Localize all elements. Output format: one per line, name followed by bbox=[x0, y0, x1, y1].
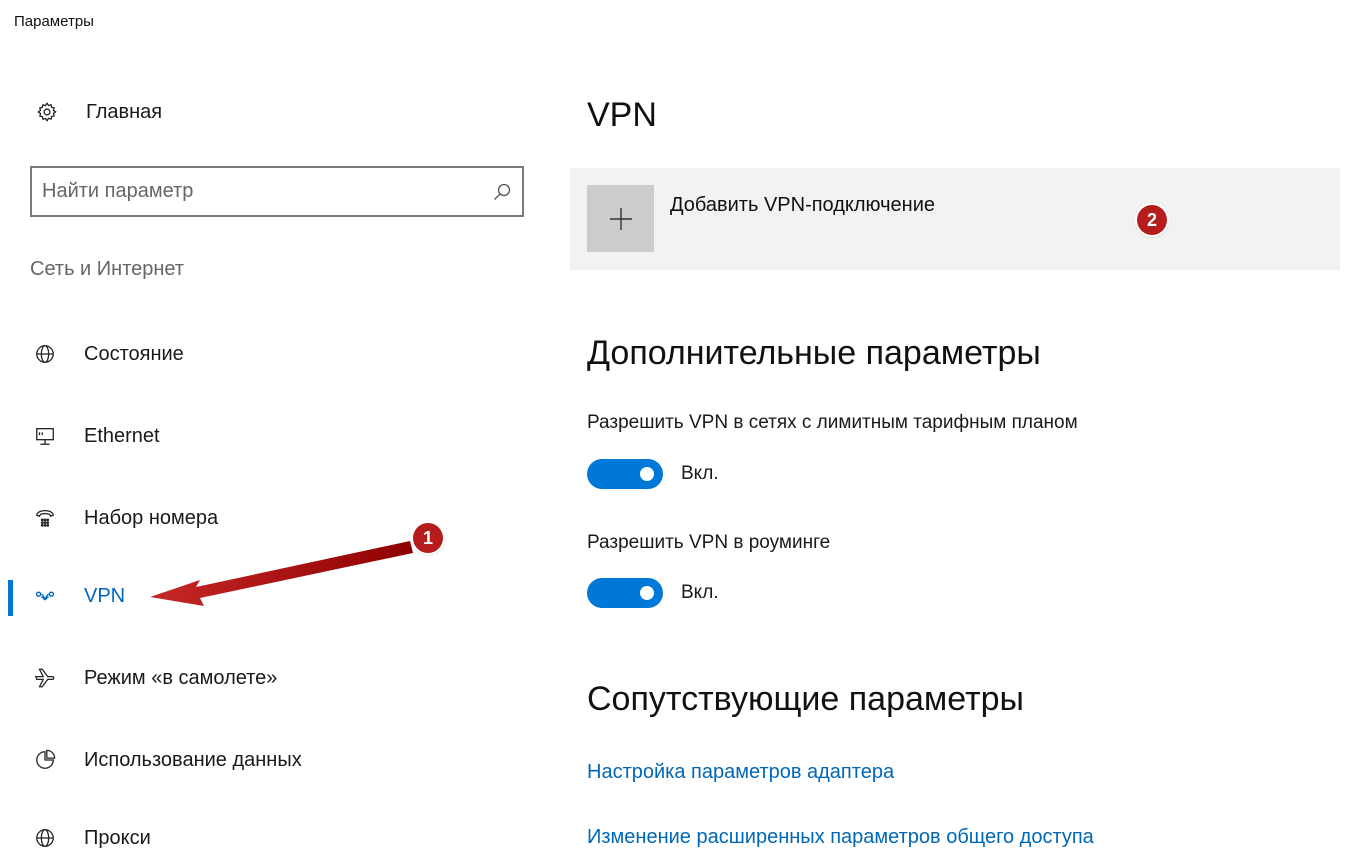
active-indicator bbox=[8, 580, 13, 616]
nav-home-label: Главная bbox=[86, 100, 163, 123]
sidebar-item-dialup[interactable]: Набор номера bbox=[0, 496, 540, 540]
metered-setting-label: Разрешить VPN в сетях с лимитным тарифны… bbox=[587, 412, 1078, 433]
add-vpn-label: Добавить VPN-подключение bbox=[670, 194, 935, 216]
dialup-icon bbox=[30, 503, 60, 533]
toggle-knob bbox=[640, 586, 654, 600]
sidebar-item-proxy[interactable]: Прокси bbox=[0, 816, 540, 853]
annotation-badge-1: 1 bbox=[413, 523, 443, 553]
sidebar-item-vpn[interactable]: VPN bbox=[0, 574, 540, 618]
search-icon[interactable] bbox=[482, 172, 522, 212]
related-heading: Сопутствующие параметры bbox=[587, 680, 1024, 718]
sidebar-item-airplane[interactable]: Режим «в самолете» bbox=[0, 656, 540, 700]
ethernet-icon bbox=[30, 421, 60, 451]
metered-toggle[interactable] bbox=[587, 459, 663, 489]
sharing-settings-link[interactable]: Изменение расширенных параметров общего … bbox=[587, 826, 1094, 849]
plus-icon bbox=[587, 185, 654, 252]
nav-home[interactable]: Главная bbox=[14, 96, 162, 128]
vpn-icon bbox=[30, 581, 60, 611]
sidebar-item-label: Состояние bbox=[84, 342, 184, 365]
metered-toggle-state: Вкл. bbox=[681, 463, 719, 484]
roaming-toggle-state: Вкл. bbox=[681, 582, 719, 603]
search-box[interactable] bbox=[30, 166, 524, 217]
sidebar-item-label: Ethernet bbox=[84, 424, 160, 447]
advanced-heading: Дополнительные параметры bbox=[587, 334, 1041, 372]
sidebar-item-label: Использование данных bbox=[84, 748, 302, 771]
annotation-badge-2: 2 bbox=[1137, 205, 1167, 235]
roaming-setting-label: Разрешить VPN в роуминге bbox=[587, 532, 831, 553]
sidebar-item-label: VPN bbox=[84, 584, 126, 607]
sidebar-item-data-usage[interactable]: Использование данных bbox=[0, 738, 540, 782]
sidebar-item-label: Набор номера bbox=[84, 506, 219, 529]
globe-status-icon bbox=[30, 339, 60, 369]
roaming-toggle-row: Вкл. bbox=[587, 578, 719, 608]
section-label: Сеть и Интернет bbox=[30, 258, 185, 280]
adapter-settings-link[interactable]: Настройка параметров адаптера bbox=[587, 761, 894, 784]
airplane-icon bbox=[30, 663, 60, 693]
add-vpn-button[interactable]: Добавить VPN-подключение bbox=[570, 168, 1340, 270]
gear-icon bbox=[32, 97, 62, 127]
metered-toggle-row: Вкл. bbox=[587, 459, 719, 489]
page-title: VPN bbox=[587, 96, 657, 134]
toggle-knob bbox=[640, 467, 654, 481]
globe-icon bbox=[30, 823, 60, 853]
roaming-toggle[interactable] bbox=[587, 578, 663, 608]
window-title: Параметры bbox=[14, 13, 94, 30]
sidebar-item-status[interactable]: Состояние bbox=[0, 332, 540, 376]
sidebar-item-ethernet[interactable]: Ethernet bbox=[0, 414, 540, 458]
sidebar-item-label: Режим «в самолете» bbox=[84, 666, 278, 689]
data-usage-icon bbox=[30, 745, 60, 775]
search-input[interactable] bbox=[32, 168, 482, 215]
sidebar-item-label: Прокси bbox=[84, 826, 151, 849]
